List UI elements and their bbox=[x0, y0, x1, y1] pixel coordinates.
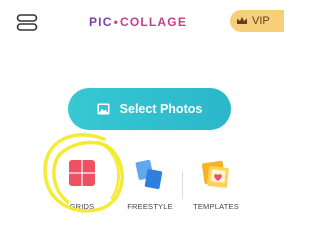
vip-label: VIP bbox=[252, 15, 270, 27]
template-icon bbox=[201, 160, 229, 188]
grids-label: GRIDS bbox=[69, 202, 95, 211]
logo-left: PIC bbox=[88, 15, 113, 29]
freestyle-option[interactable]: FREESTYLE bbox=[115, 155, 185, 215]
top-bar: PIC•COLLAGE VIP bbox=[0, 0, 284, 46]
grids-option[interactable]: GRIDS bbox=[47, 155, 117, 215]
freestyle-label: FREESTYLE bbox=[127, 202, 173, 211]
crown-icon bbox=[237, 17, 247, 24]
grid-icon bbox=[69, 160, 95, 186]
photo-icon bbox=[97, 103, 110, 115]
select-photos-button[interactable]: Select Photos bbox=[68, 88, 231, 130]
collage-options: GRIDS FREESTYLE TEMPLATES bbox=[0, 155, 276, 215]
vip-button[interactable]: VIP bbox=[230, 10, 284, 32]
select-photos-label: Select Photos bbox=[119, 102, 203, 116]
freestyle-icon bbox=[135, 160, 163, 190]
templates-label: TEMPLATES bbox=[193, 202, 239, 211]
logo-right: COLLAGE bbox=[119, 15, 188, 29]
logo-dot: • bbox=[113, 15, 119, 29]
templates-option[interactable]: TEMPLATES bbox=[181, 155, 251, 215]
